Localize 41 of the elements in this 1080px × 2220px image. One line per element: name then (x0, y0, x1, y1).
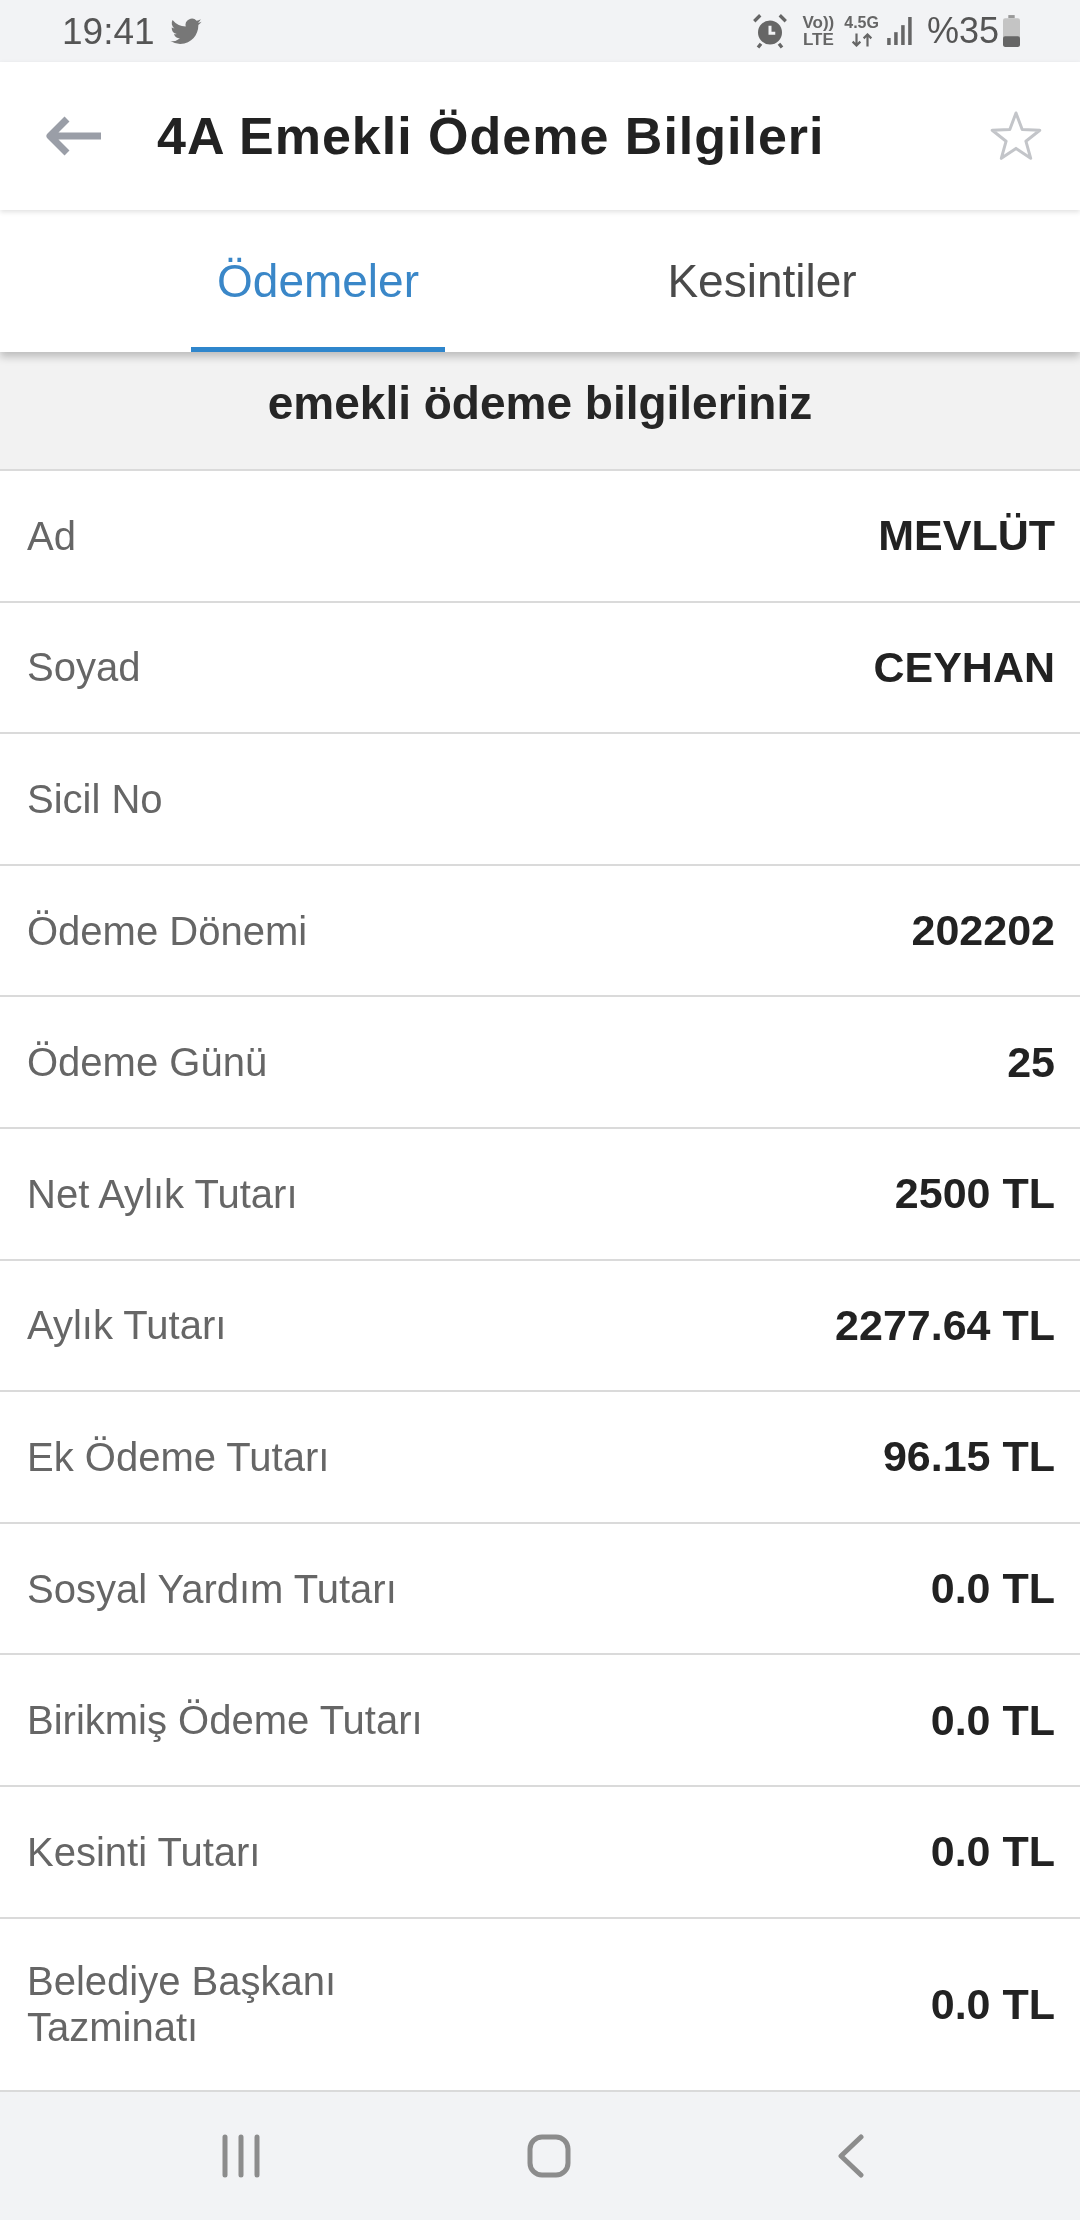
field-label: Birikmiş Ödeme Tutarı (27, 1697, 423, 1744)
field-value: 0.0 TL (930, 1979, 1055, 2029)
lte-text: LTE (802, 31, 834, 48)
field-label: Ek Ödeme Tutarı (27, 1433, 330, 1480)
field-label: Ödeme Günü (27, 1039, 268, 1086)
signal-icon (886, 17, 913, 45)
network-type-text: 4.5G (844, 15, 879, 31)
field-label: Belediye Başkanı Tazminatı (27, 1958, 338, 2051)
battery-percent: %35 (926, 13, 999, 49)
field-value: MEVLÜT (878, 511, 1055, 561)
status-time: 19:41 (62, 12, 155, 50)
field-label: Ödeme Dönemi (27, 907, 308, 954)
field-value: 2500 TL (894, 1169, 1055, 1219)
heading-text: emekli ödeme bilgileriniz (266, 377, 814, 429)
field-value: 202202 (911, 906, 1055, 956)
up-down-arrows-icon (850, 33, 873, 47)
field-value: 25 (1007, 1037, 1055, 1087)
field-label: Sicil No (27, 776, 163, 822)
field-value: CEYHAN (873, 642, 1055, 692)
volte-text: Vo)) (802, 14, 835, 31)
tab[interactable]: Kesintiler (641, 210, 883, 352)
star-icon[interactable] (990, 111, 1042, 161)
field-value: 96.15 TL (882, 1432, 1055, 1482)
field-label: Sosyal Yardım Tutarı (27, 1565, 397, 1612)
field-label: Aylık Tutarı (27, 1302, 227, 1349)
back-arrow-icon[interactable] (45, 116, 103, 156)
bird-icon (168, 16, 203, 46)
field-value: 2277.64 TL (835, 1300, 1055, 1350)
screen-title: 4A Emekli Ödeme Bilgileri (157, 106, 826, 166)
alarm-clock-icon (752, 13, 789, 49)
field-value: 0.0 TL (930, 1695, 1055, 1745)
rounded-square-icon[interactable] (527, 2134, 571, 2178)
battery-icon (1003, 15, 1020, 47)
three-lines-icon[interactable] (221, 2134, 261, 2178)
field-label: Ad (27, 512, 76, 559)
field-value: 0.0 TL (930, 1564, 1055, 1614)
field-label: Net Aylık Tutarı (27, 1170, 298, 1217)
field-value: 0.0 TL (930, 1827, 1055, 1877)
chevron-left-icon[interactable] (837, 2134, 865, 2178)
field-label: Kesinti Tutarı (27, 1828, 261, 1875)
field-label: Soyad (27, 644, 141, 691)
